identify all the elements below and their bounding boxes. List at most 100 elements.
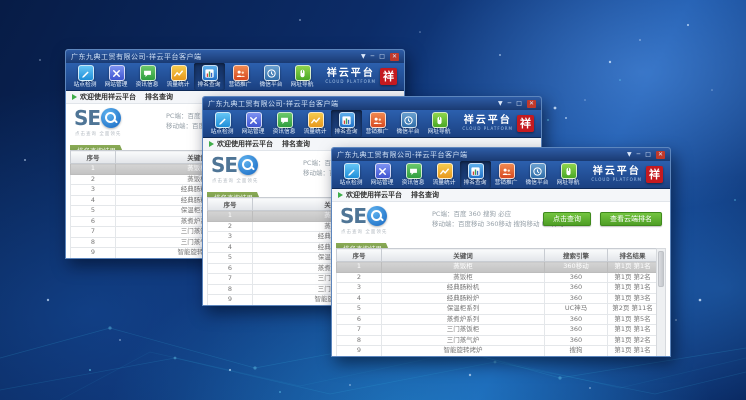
table-row[interactable]: 2蒸饭柜360第1页 第2名: [337, 272, 658, 283]
brand: 祥云平台 CLOUD PLATFORM 祥: [591, 161, 666, 188]
toolbar-item-wechat[interactable]: 微信平台: [522, 161, 553, 188]
compass-icon: [530, 163, 546, 179]
breadcrumb-page: 排名查询: [145, 91, 173, 103]
line-chart-icon: [171, 65, 187, 81]
skin-menu-icon[interactable]: ▼: [361, 53, 366, 61]
minimize-icon[interactable]: ─: [371, 53, 375, 61]
toolbar-item-rank-query[interactable]: 排名查询: [460, 161, 491, 188]
pencil-icon: [344, 163, 360, 179]
toolbar-item-site-nav[interactable]: 网址导航: [553, 161, 584, 188]
tools-icon: [375, 163, 391, 179]
toolbar-item-traffic-stats[interactable]: 流量统计: [300, 110, 331, 137]
toolbar-item-site-manage[interactable]: 网站管理: [238, 110, 269, 137]
cell-no: 8: [337, 335, 382, 346]
table-row[interactable]: 10智能旋转烤炉360第1页 第1名: [337, 356, 658, 357]
skin-menu-icon[interactable]: ▼: [498, 100, 503, 108]
table-row[interactable]: 9智能旋转烤炉搜狗第1页 第1名: [337, 346, 658, 357]
toolbar-item-traffic-stats[interactable]: 流量统计: [429, 161, 460, 188]
toolbar-item-site-nav[interactable]: 网址导航: [424, 110, 455, 137]
table-row[interactable]: 5保温柜系列UC神马第2页 第11名: [337, 304, 658, 315]
breadcrumb-page: 排名查询: [411, 189, 439, 201]
toolbar-item-site-check[interactable]: 站点检测: [336, 161, 367, 188]
cell-no: 3: [208, 232, 253, 243]
brand-subtitle: CLOUD PLATFORM: [591, 177, 642, 182]
toolbar-item-site-check[interactable]: 站点检测: [207, 110, 238, 137]
cell-keyword: 三门蒸气炉: [382, 335, 545, 346]
titlebar[interactable]: 广东九典工贸有限公司-祥云平台客户端 ▼ ─ □ ✕: [66, 50, 404, 63]
table-row[interactable]: 3经典肠粉机360第1页 第1名: [337, 283, 658, 294]
close-icon[interactable]: ✕: [656, 151, 665, 159]
toolbar-item-site-check[interactable]: 站点检测: [70, 63, 101, 90]
table-row[interactable]: 6蒸煮炉系列360第1页 第5名: [337, 314, 658, 325]
window-controls: ▼ ─ □ ✕: [361, 53, 399, 61]
scrollbar[interactable]: [656, 248, 666, 357]
toolbar-item-marketing[interactable]: 营销推广: [225, 63, 256, 90]
brand-title: 祥云平台: [462, 116, 513, 126]
seo-logo: SE 点击查询 全面领先: [74, 106, 121, 130]
mouse-icon: [295, 65, 311, 81]
toolbar-item-marketing[interactable]: 营销推广: [362, 110, 393, 137]
cell-rank: 第1页 第1名: [608, 283, 658, 294]
toolbar-item-traffic-stats[interactable]: 流量统计: [163, 63, 194, 90]
cell-rank: 第1页 第2名: [608, 335, 658, 346]
col-no: 序号: [71, 151, 116, 164]
maximize-icon[interactable]: □: [379, 53, 385, 61]
toolbar-item-wechat[interactable]: 微信平台: [256, 63, 287, 90]
close-icon[interactable]: ✕: [390, 53, 399, 61]
toolbar-item-marketing[interactable]: 营销推广: [491, 161, 522, 188]
close-icon[interactable]: ✕: [527, 100, 536, 108]
window-title: 广东九典工贸有限公司-祥云平台客户端: [71, 52, 202, 62]
table-row[interactable]: 1蒸饭柜360移动第1页 第1名: [337, 262, 658, 273]
scrollbar-thumb[interactable]: [658, 251, 664, 287]
toolbar-item-label: 资讯信息: [273, 129, 296, 135]
titlebar[interactable]: 广东九典工贸有限公司-祥云平台客户端 ▼ ─ □ ✕: [203, 97, 541, 110]
toolbar-item-info-news[interactable]: 资讯信息: [132, 63, 163, 90]
window-title: 广东九典工贸有限公司-祥云平台客户端: [337, 150, 468, 160]
skin-menu-icon[interactable]: ▼: [627, 151, 632, 159]
toolbar-item-wechat[interactable]: 微信平台: [393, 110, 424, 137]
titlebar[interactable]: 广东九典工贸有限公司-祥云平台客户端 ▼ ─ □ ✕: [332, 148, 670, 161]
toolbar-item-label: 资讯信息: [136, 82, 159, 88]
rank-table: 序号 关键词 搜索引擎 排名结果 1蒸饭柜360移动第1页 第1名2蒸饭柜360…: [336, 248, 666, 357]
toolbar-item-label: 站点检测: [211, 129, 234, 135]
toolbar-item-rank-query[interactable]: 排名查询: [194, 63, 225, 90]
query-button[interactable]: 点击查询: [543, 212, 591, 226]
table-row[interactable]: 7三门蒸饭柜360第1页 第1名: [337, 325, 658, 336]
toolbar-item-site-manage[interactable]: 网站管理: [367, 161, 398, 188]
people-icon: [499, 163, 515, 179]
line-chart-icon: [437, 163, 453, 179]
minimize-icon[interactable]: ─: [508, 100, 512, 108]
toolbar-item-site-nav[interactable]: 网址导航: [287, 63, 318, 90]
view-cloud-rank-button[interactable]: 查看云端排名: [600, 212, 662, 226]
seo-tagline: 点击查询 全面领先: [212, 178, 258, 184]
tools-icon: [109, 65, 125, 81]
table-row[interactable]: 8三门蒸气炉360第1页 第2名: [337, 335, 658, 346]
speech-bubble-icon: [406, 163, 422, 179]
maximize-icon[interactable]: □: [516, 100, 522, 108]
toolbar-item-label: 网站管理: [105, 82, 128, 88]
tab-row: 排名查询结果: [332, 236, 670, 248]
toolbar-item-info-news[interactable]: 资讯信息: [398, 161, 429, 188]
table-row[interactable]: 4经典肠粉炉360第1页 第3名: [337, 293, 658, 304]
cell-no: 1: [337, 262, 382, 273]
compass-icon: [264, 65, 280, 81]
maximize-icon[interactable]: □: [645, 151, 651, 159]
toolbar: 站点检测 网站管理 资讯信息 流量统计: [332, 161, 670, 189]
minimize-icon[interactable]: ─: [637, 151, 641, 159]
toolbar-item-info-news[interactable]: 资讯信息: [269, 110, 300, 137]
toolbar-item-site-manage[interactable]: 网站管理: [101, 63, 132, 90]
mouse-icon: [432, 112, 448, 128]
pencil-icon: [78, 65, 94, 81]
magnifier-icon: [238, 155, 258, 175]
cell-no: 8: [71, 237, 116, 248]
breadcrumb-page: 排名查询: [282, 138, 310, 150]
toolbar-item-label: 网站管理: [371, 180, 394, 186]
toolbar: 站点检测 网站管理 资讯信息 流量统计: [203, 110, 541, 138]
cell-no: 2: [337, 272, 382, 283]
people-icon: [233, 65, 249, 81]
toolbar-item-label: 网址导航: [428, 129, 451, 135]
bar-chart-icon: [202, 65, 218, 81]
cell-engine: 360: [545, 325, 608, 336]
cell-engine: 360: [545, 293, 608, 304]
toolbar-item-rank-query[interactable]: 排名查询: [331, 110, 362, 137]
